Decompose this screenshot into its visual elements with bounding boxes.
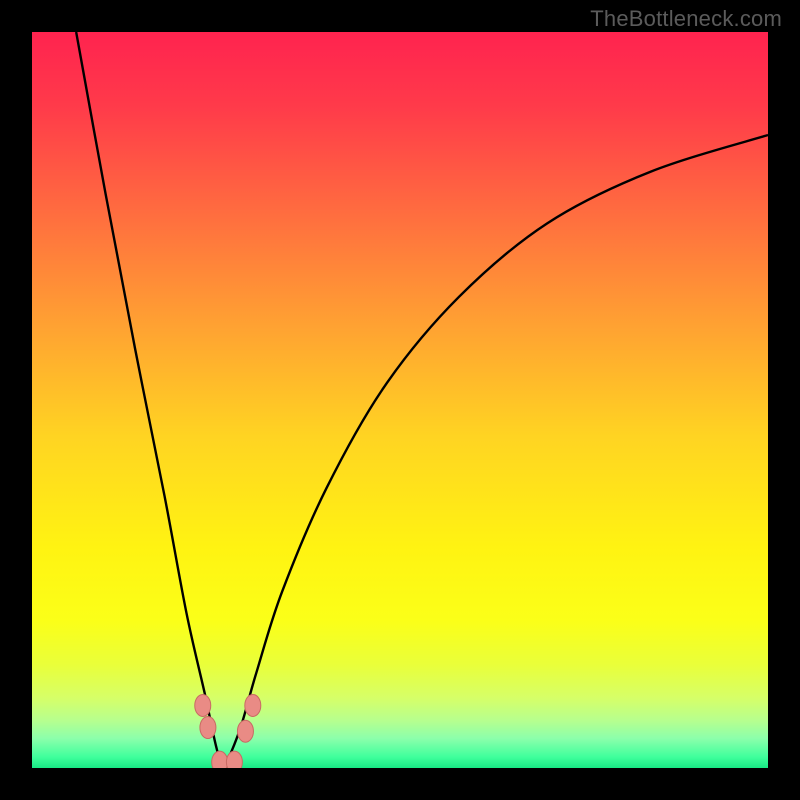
right-branch-marker-lower bbox=[237, 720, 253, 742]
left-branch-marker-upper bbox=[195, 694, 211, 716]
curve-layer bbox=[32, 32, 768, 768]
marker-group bbox=[195, 694, 261, 768]
watermark-label: TheBottleneck.com bbox=[590, 6, 782, 32]
right-branch-marker-upper bbox=[245, 694, 261, 716]
valley-marker-left bbox=[212, 751, 228, 768]
plot-area bbox=[32, 32, 768, 768]
bottleneck-curve bbox=[76, 32, 768, 768]
chart-stage: TheBottleneck.com bbox=[0, 0, 800, 800]
left-branch-marker-lower bbox=[200, 717, 216, 739]
valley-marker-right bbox=[226, 751, 242, 768]
